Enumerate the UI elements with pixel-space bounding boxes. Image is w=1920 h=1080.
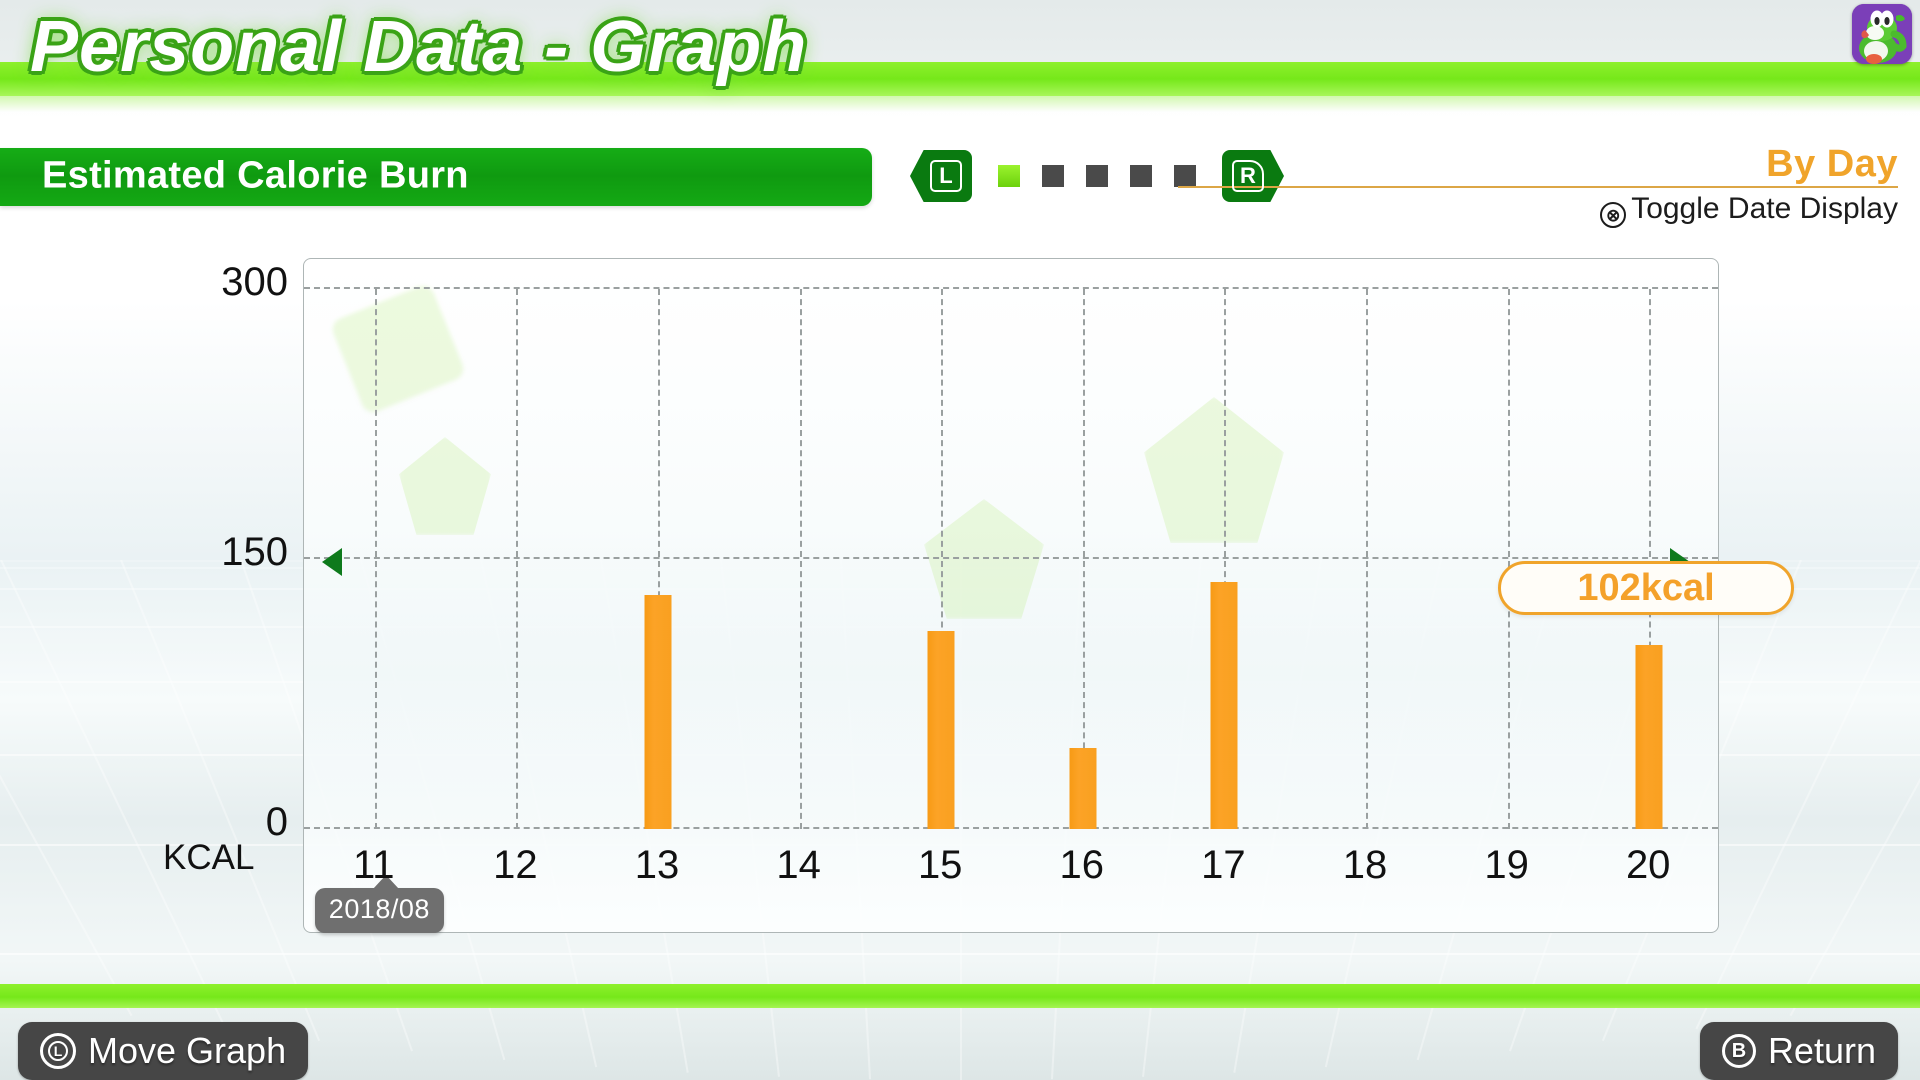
x-gridline [1507,289,1510,829]
x-axis-tick-label[interactable]: 17 [1201,843,1246,888]
category-label: Estimated Calorie Burn [42,154,469,197]
chart-bar[interactable] [927,631,955,829]
y-axis-tick-label: 150 [221,530,288,574]
range-label: By Day [1766,143,1898,185]
chart-bar[interactable] [1210,582,1238,829]
page-dot-3[interactable] [1086,165,1108,187]
page-dots [998,165,1196,187]
scroll-left-arrow-icon[interactable] [322,548,342,576]
return-label: Return [1767,1030,1876,1071]
header-band-glow [0,96,1920,112]
yoshi-icon [1852,4,1912,64]
decor-shape-3 [1144,397,1284,543]
category-pill: Estimated Calorie Burn [0,148,872,206]
date-range-selector[interactable]: By Day ⊗ Toggle Date Display [1178,143,1898,229]
x-axis-tick-label[interactable]: 19 [1484,843,1529,888]
move-graph-label: Move Graph [88,1030,287,1071]
left-stick-icon: L [40,1033,76,1069]
header: Personal Data - Graph [0,0,1920,112]
r-button-glyph: R [1232,160,1264,192]
l-shoulder-button[interactable]: L [910,150,972,202]
avatar[interactable] [1852,4,1912,64]
chart-bar[interactable] [1635,645,1663,829]
x-gridline [374,289,377,829]
page-dot-2[interactable] [1042,165,1064,187]
page-dot-1[interactable] [998,165,1020,187]
floor-grid-line [0,560,133,1017]
page-title: Personal Data - Graph [30,7,808,87]
plot-area [304,282,1718,829]
page-dot-4[interactable] [1130,165,1152,187]
x-gridline [516,289,519,829]
y-axis-tick-label: 0 [265,800,288,844]
footer-green-band [0,984,1920,1008]
x-axis-tick-label[interactable]: 14 [776,843,821,888]
y-axis-tick-label: 300 [221,260,288,304]
x-button-icon: ⊗ [1600,202,1627,229]
move-graph-button[interactable]: L Move Graph [18,1022,309,1080]
value-tooltip: 102kcal [1498,561,1794,615]
toggle-date-display-label: Toggle Date Display [1631,191,1898,225]
x-gridline [799,289,802,829]
x-gridline [1366,289,1368,829]
x-axis-tick-label[interactable]: 12 [493,843,538,888]
decor-shape-2 [399,437,491,535]
floor-grid-line [1695,560,1920,1030]
return-button[interactable]: B Return [1699,1022,1898,1080]
floor-grid-line [0,560,227,1030]
x-axis-tick-label[interactable]: 20 [1626,843,1671,888]
b-button-icon: B [1721,1034,1756,1068]
x-axis-tick-label[interactable]: 13 [635,843,680,888]
x-axis-tick-label[interactable]: 11 [353,843,395,888]
toggle-date-display-hint[interactable]: ⊗ Toggle Date Display [1178,192,1898,229]
range-underline [1178,185,1898,188]
l-button-glyph: L [930,160,962,192]
decor-shape-1 [329,282,467,416]
x-axis-tick-label[interactable]: 18 [1343,843,1388,888]
x-axis-tick-label[interactable]: 16 [1060,843,1105,888]
chart-bar[interactable] [644,595,672,829]
x-axis-tick-label[interactable]: 15 [918,843,963,888]
date-tooltip: 2018/08 [314,875,444,933]
left-stick-letter: L [53,1043,63,1059]
chart-bar[interactable] [1069,748,1097,829]
